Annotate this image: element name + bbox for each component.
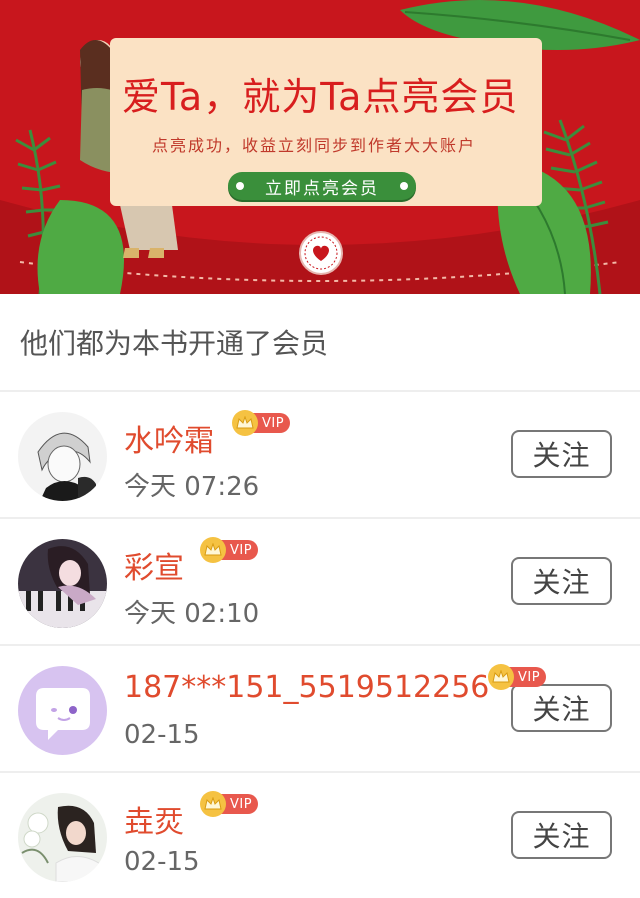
crown-icon xyxy=(200,537,226,563)
light-up-membership-button[interactable]: 立即点亮会员 xyxy=(228,172,416,200)
list-item[interactable]: 垚烎 02-15 关注 VIP xyxy=(0,773,640,898)
banner-title: 爱Ta，就为Ta点亮会员 xyxy=(122,75,519,119)
member-time: 02-15 xyxy=(124,847,200,877)
member-time: 02-15 xyxy=(124,720,200,750)
list-item[interactable]: 水吟霜 今天 07:26 关注 VIP xyxy=(0,392,640,519)
girl-with-flowers-avatar-icon xyxy=(18,793,107,882)
follow-button[interactable]: 关注 xyxy=(511,684,612,732)
list-item[interactable]: 彩宣 今天 02:10 关注 VIP xyxy=(0,519,640,646)
vip-badge: VIP xyxy=(200,791,259,817)
sketch-boy-avatar-icon xyxy=(18,412,107,501)
promo-banner[interactable]: 爱Ta，就为Ta点亮会员 点亮成功，收益立刻同步到作者大大账户 立即点亮会员 xyxy=(0,0,640,294)
member-name[interactable]: 垚烎 xyxy=(124,797,184,841)
member-time: 今天 07:26 xyxy=(124,472,260,502)
chat-bubble-avatar-icon xyxy=(18,666,107,755)
member-name[interactable]: 187***151_5519512256 xyxy=(124,670,489,705)
avatar[interactable] xyxy=(18,412,107,501)
avatar[interactable] xyxy=(18,539,107,628)
crown-icon xyxy=(488,664,514,690)
section-title: 他们都为本书开通了会员 xyxy=(0,294,640,392)
follow-button[interactable]: 关注 xyxy=(511,430,612,478)
avatar[interactable] xyxy=(18,666,107,755)
follow-button[interactable]: 关注 xyxy=(511,811,612,859)
banner-subtitle: 点亮成功，收益立刻同步到作者大大账户 xyxy=(152,136,477,155)
member-name[interactable]: 水吟霜 xyxy=(124,416,214,460)
crown-icon xyxy=(200,791,226,817)
follow-button[interactable]: 关注 xyxy=(511,557,612,605)
member-time: 今天 02:10 xyxy=(124,599,260,629)
piano-girl-avatar-icon xyxy=(18,539,107,628)
crown-icon xyxy=(232,410,258,436)
list-item[interactable]: 187***151_5519512256 02-15 关注 VIP xyxy=(0,646,640,773)
heart-seal-icon xyxy=(299,231,343,275)
vip-badge: VIP xyxy=(232,410,291,436)
avatar[interactable] xyxy=(18,793,107,882)
member-list: 水吟霜 今天 07:26 关注 VIP 彩宣 今天 02:10 关注 VIP 1… xyxy=(0,392,640,898)
member-name[interactable]: 彩宣 xyxy=(124,543,184,587)
vip-badge: VIP xyxy=(488,664,547,690)
vip-badge: VIP xyxy=(200,537,259,563)
